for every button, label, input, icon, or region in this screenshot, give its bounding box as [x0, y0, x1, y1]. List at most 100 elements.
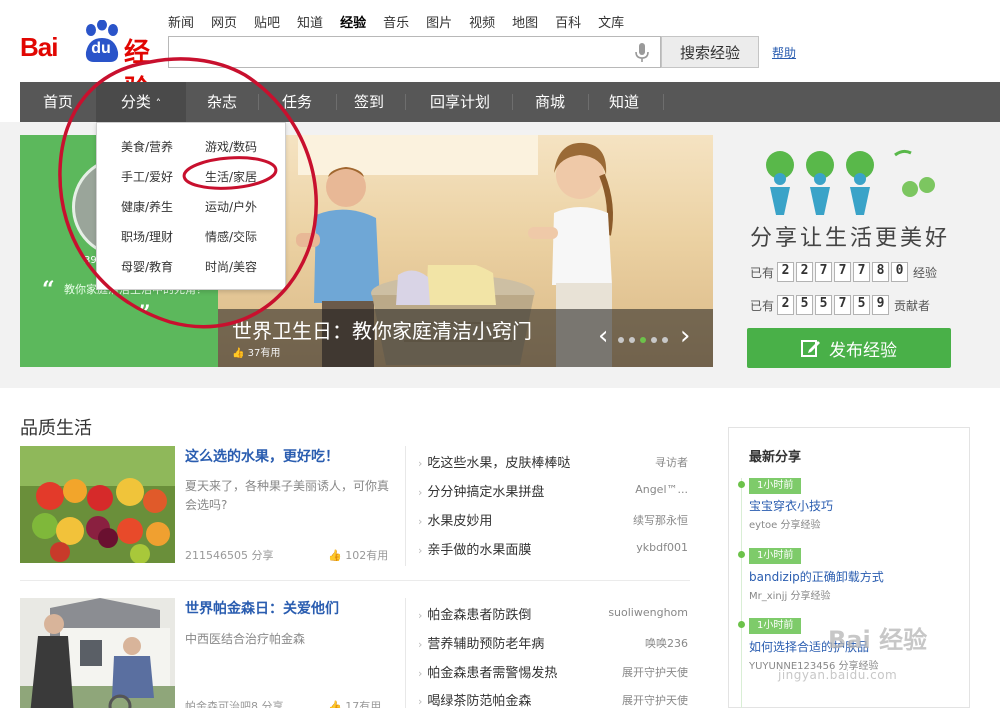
counter-prefix: 已有: [750, 298, 775, 313]
category-career[interactable]: 职场/理财: [121, 228, 173, 245]
timeline-line: [741, 478, 742, 708]
elderly-care-image: [20, 598, 175, 708]
next-slide-icon[interactable]: ›: [680, 321, 690, 351]
nav-separator: [663, 94, 664, 110]
related-author[interactable]: ykbdf001: [598, 541, 688, 554]
related-author[interactable]: 唤唤236: [598, 635, 688, 651]
slide-dot-active[interactable]: [640, 337, 646, 343]
column-divider: [405, 446, 406, 566]
product-link-zhidao[interactable]: 知道: [297, 12, 323, 31]
digit: 0: [891, 262, 909, 282]
related-author[interactable]: Angel™...: [598, 483, 688, 496]
digit: 7: [815, 262, 833, 282]
watermark: Bai 经验 jingyan.baidu.com: [778, 616, 978, 686]
fruit-thumbnail[interactable]: [20, 446, 175, 563]
banner-useful-count: 👍 37有用: [232, 348, 281, 359]
slide-dot[interactable]: [629, 337, 635, 343]
product-link-images[interactable]: 图片: [426, 12, 452, 31]
microphone-icon[interactable]: [634, 42, 650, 64]
related-author[interactable]: 展开守护天使: [598, 692, 688, 708]
banner-title[interactable]: 世界卫生日：教你家庭清洁小窍门: [232, 315, 532, 344]
search-input[interactable]: [168, 36, 661, 68]
nav-share-plan[interactable]: 回享计划: [410, 82, 510, 122]
related-author[interactable]: 寻访者: [598, 454, 688, 470]
product-link-web[interactable]: 网页: [211, 12, 237, 31]
related-link[interactable]: › 帕金森患者需警惕发热: [418, 662, 557, 681]
digit: 2: [777, 262, 795, 282]
related-author[interactable]: 续写那永恒: [598, 512, 688, 528]
caret-up-icon: ˄: [155, 97, 162, 110]
related-author[interactable]: 展开守护天使: [598, 664, 688, 680]
category-emotion[interactable]: 情感/交际: [205, 228, 257, 245]
timeline-dot: [738, 481, 745, 488]
product-link-jingyan[interactable]: 经验: [340, 12, 366, 31]
related-author[interactable]: suoliwenghom: [598, 606, 688, 619]
article-author[interactable]: 帕金森可治吧8 分享: [185, 698, 284, 708]
publish-experience-button[interactable]: 发布经验: [747, 328, 951, 368]
chevron-right-icon: ›: [418, 695, 423, 708]
nav-category-label: 分类: [120, 93, 151, 111]
fruit-image: [20, 446, 175, 563]
latest-item-title[interactable]: 宝宝穿衣小技巧: [749, 497, 833, 514]
nav-zhidao[interactable]: 知道: [588, 82, 660, 122]
category-food[interactable]: 美食/营养: [121, 138, 173, 155]
related-link[interactable]: › 喝绿茶防范帕金森: [418, 690, 531, 708]
time-tag: 1小时前: [749, 478, 802, 494]
close-quote-icon: ”: [138, 301, 151, 327]
watermark-brand: Bai 经验: [828, 626, 928, 654]
latest-item-title[interactable]: bandizip的正确卸载方式: [749, 568, 884, 585]
related-link[interactable]: › 水果皮妙用: [418, 510, 492, 529]
category-crafts[interactable]: 手工/爱好: [121, 168, 173, 185]
counter-suffix: 贡献者: [894, 298, 931, 313]
nav-mall[interactable]: 商城: [514, 82, 586, 122]
product-link-tieba[interactable]: 贴吧: [254, 12, 280, 31]
product-link-baike[interactable]: 百科: [555, 12, 581, 31]
nav-tasks[interactable]: 任务: [258, 82, 336, 122]
category-parenting[interactable]: 母婴/教育: [121, 258, 173, 275]
nav-checkin[interactable]: 签到: [336, 82, 402, 122]
article-title[interactable]: 世界帕金森日：关爱他们: [185, 598, 339, 618]
category-dropdown: 美食/营养 游戏/数码 手工/爱好 生活/家居 健康/养生 运动/户外 职场/理…: [96, 122, 286, 290]
edit-icon: [801, 340, 820, 357]
product-link-news[interactable]: 新闻: [168, 12, 194, 31]
category-health[interactable]: 健康/养生: [121, 198, 173, 215]
people-trees-illustration: [766, 149, 935, 215]
nav-category[interactable]: 分类 ˄: [96, 82, 186, 122]
nav-home[interactable]: 首页: [20, 82, 96, 122]
article-author[interactable]: 211546505 分享: [185, 547, 273, 563]
category-games[interactable]: 游戏/数码: [205, 138, 257, 155]
digit: 2: [777, 295, 795, 315]
category-home[interactable]: 生活/家居: [205, 168, 257, 185]
slide-dot[interactable]: [651, 337, 657, 343]
baidu-jingyan-logo[interactable]: Bai du 经验: [20, 18, 160, 105]
related-link[interactable]: › 分分钟搞定水果拼盘: [418, 481, 544, 500]
nav-magazine[interactable]: 杂志: [186, 82, 258, 122]
related-link[interactable]: › 营养辅助预防老年病: [418, 633, 544, 652]
logo-du-text: du: [91, 40, 111, 57]
product-link-map[interactable]: 地图: [512, 12, 538, 31]
product-link-music[interactable]: 音乐: [383, 12, 409, 31]
search-button[interactable]: 搜索经验: [661, 36, 759, 68]
chevron-right-icon: ›: [418, 638, 423, 651]
product-link-wenku[interactable]: 文库: [598, 12, 624, 31]
help-link[interactable]: 帮助: [772, 44, 796, 61]
parkinson-thumbnail[interactable]: [20, 598, 175, 708]
prev-slide-icon[interactable]: ‹: [598, 321, 608, 351]
latest-item-author[interactable]: eytoe 分享经验: [749, 516, 820, 531]
category-sports[interactable]: 运动/户外: [205, 198, 257, 215]
product-nav: 新闻 网页 贴吧 知道 经验 音乐 图片 视频 地图 百科 文库: [168, 12, 641, 31]
counter-prefix: 已有: [750, 265, 775, 280]
slide-dot[interactable]: [618, 337, 624, 343]
related-link[interactable]: › 帕金森患者防跌倒: [418, 604, 531, 623]
slide-dot[interactable]: [662, 337, 668, 343]
category-fashion[interactable]: 时尚/美容: [205, 258, 257, 275]
related-link[interactable]: › 亲手做的水果面膜: [418, 539, 531, 558]
related-link[interactable]: › 吃这些水果，皮肤棒棒哒: [418, 452, 570, 471]
latest-item-author[interactable]: Mr_xinjj 分享经验: [749, 587, 831, 602]
article-title[interactable]: 这么选的水果，更好吃！: [185, 446, 339, 466]
digit: 7: [853, 262, 871, 282]
digit: 8: [872, 262, 890, 282]
slogan: 分享让生活更美好: [750, 226, 951, 251]
product-link-video[interactable]: 视频: [469, 12, 495, 31]
nav-separator: [512, 94, 513, 110]
